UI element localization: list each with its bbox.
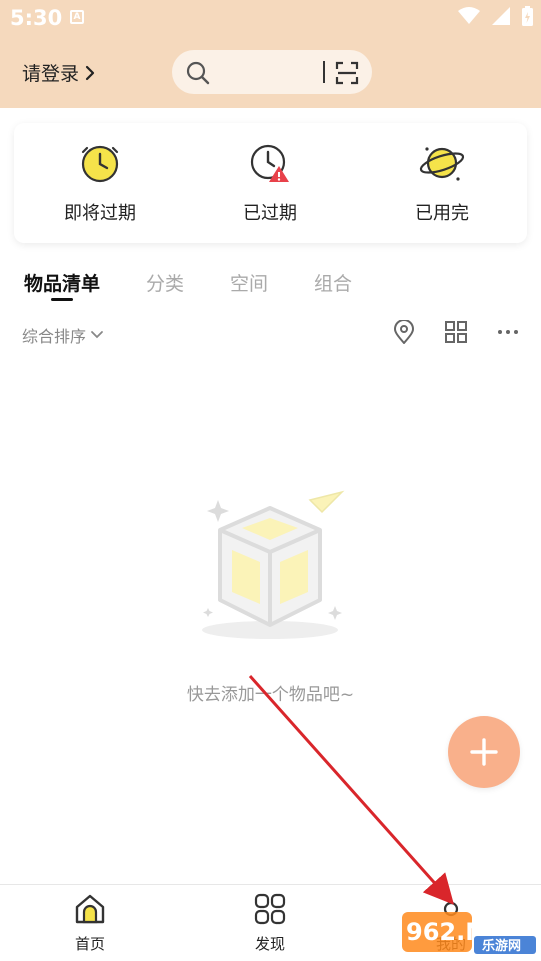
empty-box-illustration	[202, 490, 345, 639]
watermark-subtext: 乐游网	[482, 938, 521, 954]
active-tab-indicator	[51, 298, 73, 301]
search-icon	[186, 61, 210, 85]
tab-category[interactable]: 分类	[146, 269, 184, 296]
status-time: 5:30	[10, 6, 63, 30]
more-icon[interactable]	[497, 329, 519, 335]
wifi-icon	[458, 7, 480, 24]
sort-label: 综合排序	[22, 327, 87, 346]
signal-icon	[492, 7, 510, 25]
clock-icon	[81, 145, 119, 183]
status-label: 已过期	[243, 203, 297, 224]
add-item-button[interactable]	[448, 716, 520, 788]
nav-item-discover[interactable]: 发现	[225, 893, 315, 954]
grid-view-icon[interactable]	[445, 321, 467, 343]
chevron-down-icon	[91, 331, 103, 339]
sort-bar: 综合排序	[0, 316, 541, 350]
site-watermark: 962.NET 乐游网	[402, 912, 536, 954]
grid-icon	[254, 893, 286, 925]
scan-icon[interactable]	[335, 61, 359, 85]
login-link[interactable]: 请登录	[22, 59, 95, 86]
tab-item-list[interactable]: 物品清单	[24, 269, 100, 296]
search-input[interactable]	[172, 50, 372, 94]
status-used-up[interactable]: 已用完	[382, 141, 502, 225]
battery-icon	[522, 6, 533, 26]
home-icon	[75, 894, 105, 924]
clock-warning-icon	[250, 144, 289, 182]
tab-combination[interactable]: 组合	[314, 269, 352, 296]
status-label: 即将过期	[64, 203, 136, 224]
location-icon[interactable]	[393, 320, 415, 344]
notification-icon: A	[70, 10, 84, 24]
plus-icon	[470, 738, 498, 766]
nav-item-home[interactable]: 首页	[45, 893, 135, 954]
planet-icon	[419, 147, 465, 181]
nav-label: 首页	[74, 935, 105, 953]
top-header: 请登录	[0, 40, 541, 104]
chevron-right-icon	[85, 65, 95, 80]
nav-label: 发现	[254, 935, 285, 953]
search-divider	[323, 61, 325, 83]
status-bar: 5:30 A	[0, 0, 541, 36]
empty-state-text: 快去添加一个物品吧~	[186, 685, 355, 705]
expiry-status-card: 即将过期 已过期 已用完	[14, 123, 527, 243]
login-label: 请登录	[22, 63, 80, 85]
status-expired[interactable]: 已过期	[210, 141, 330, 225]
sort-dropdown[interactable]: 综合排序	[22, 323, 104, 347]
tab-space[interactable]: 空间	[230, 269, 268, 296]
status-label: 已用完	[415, 203, 469, 224]
tab-bar: 物品清单 分类 空间 组合	[0, 265, 541, 305]
status-expiring-soon[interactable]: 即将过期	[40, 141, 160, 225]
